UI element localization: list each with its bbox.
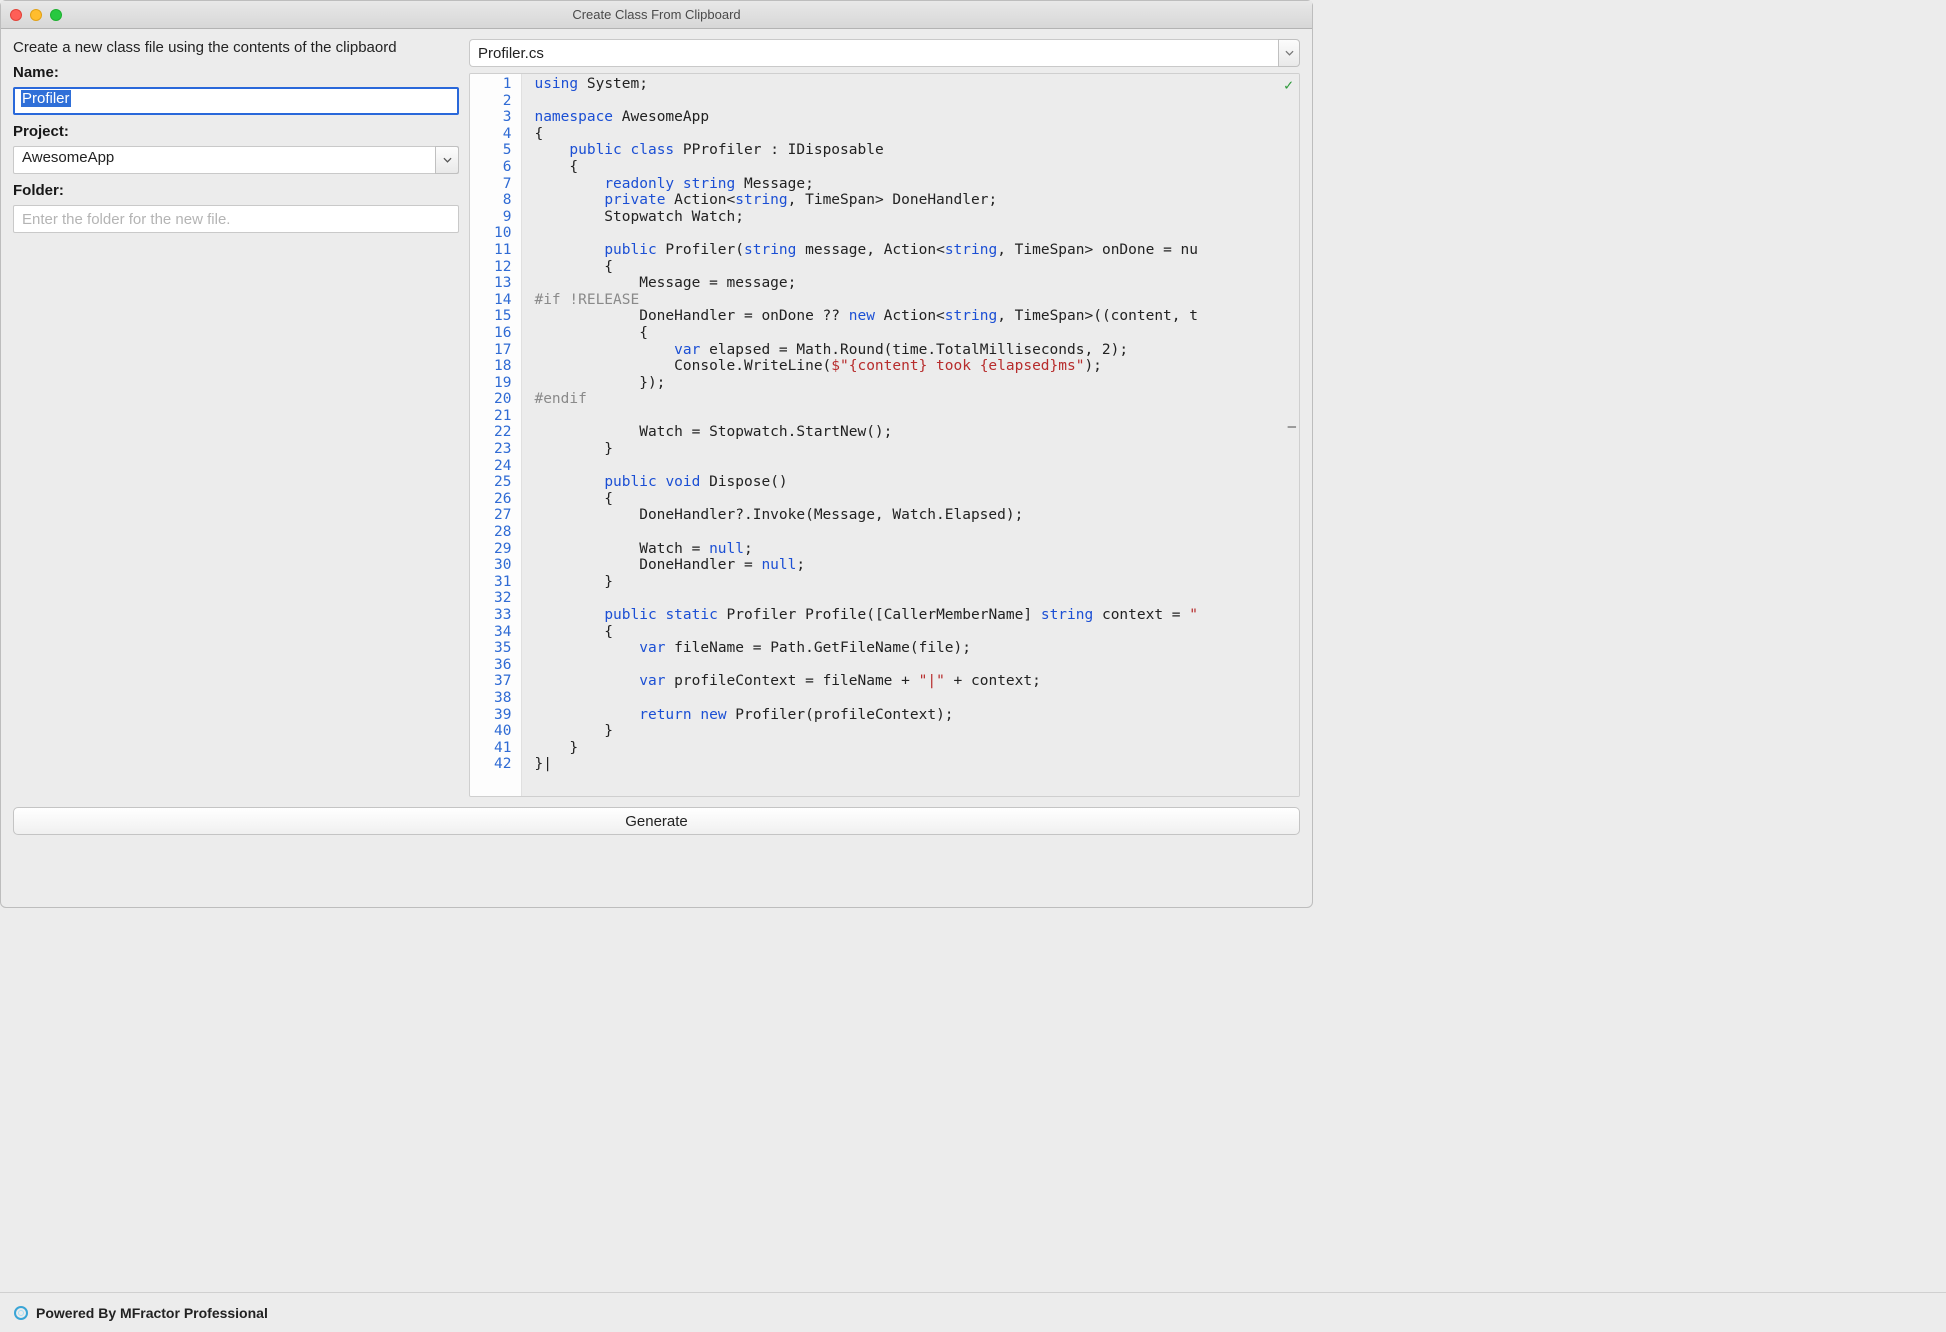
filename-input[interactable] bbox=[469, 39, 1278, 67]
folder-input[interactable] bbox=[13, 205, 459, 233]
folder-label: Folder: bbox=[13, 182, 459, 199]
code-editor[interactable]: 1 2 3 4 5 6 7 8 9 10 11 12 13 14 15 16 1… bbox=[469, 73, 1300, 797]
mfractor-logo-icon bbox=[14, 1306, 28, 1320]
footer: Powered By MFractor Professional bbox=[0, 1292, 1946, 1332]
editor-panel: 1 2 3 4 5 6 7 8 9 10 11 12 13 14 15 16 1… bbox=[469, 39, 1300, 797]
form-panel: Create a new class file using the conten… bbox=[13, 39, 459, 797]
window-title: Create Class From Clipboard bbox=[1, 7, 1312, 22]
filename-dropdown-button[interactable] bbox=[1278, 39, 1300, 67]
window-controls bbox=[10, 9, 62, 21]
titlebar: Create Class From Clipboard bbox=[1, 1, 1312, 29]
checkmark-icon: ✓ bbox=[1284, 77, 1293, 94]
chevron-down-icon bbox=[1285, 50, 1294, 56]
line-number-gutter: 1 2 3 4 5 6 7 8 9 10 11 12 13 14 15 16 1… bbox=[470, 74, 522, 796]
minimize-window-button[interactable] bbox=[30, 9, 42, 21]
project-select-value: AwesomeApp bbox=[22, 149, 114, 166]
name-label: Name: bbox=[13, 64, 459, 81]
name-input-value: Profiler bbox=[21, 90, 71, 107]
dialog-description: Create a new class file using the conten… bbox=[13, 39, 459, 56]
close-window-button[interactable] bbox=[10, 9, 22, 21]
project-label: Project: bbox=[13, 123, 459, 140]
generate-button[interactable]: Generate bbox=[13, 807, 1300, 835]
name-input[interactable]: Profiler bbox=[13, 87, 459, 115]
scrollbar-marker: – bbox=[1288, 419, 1296, 436]
project-select[interactable]: AwesomeApp bbox=[13, 146, 459, 174]
code-content[interactable]: using System; namespace AwesomeApp { pub… bbox=[522, 74, 1299, 796]
powered-by-label: Powered By MFractor Professional bbox=[36, 1305, 268, 1321]
maximize-window-button[interactable] bbox=[50, 9, 62, 21]
button-row: Generate bbox=[1, 803, 1312, 835]
